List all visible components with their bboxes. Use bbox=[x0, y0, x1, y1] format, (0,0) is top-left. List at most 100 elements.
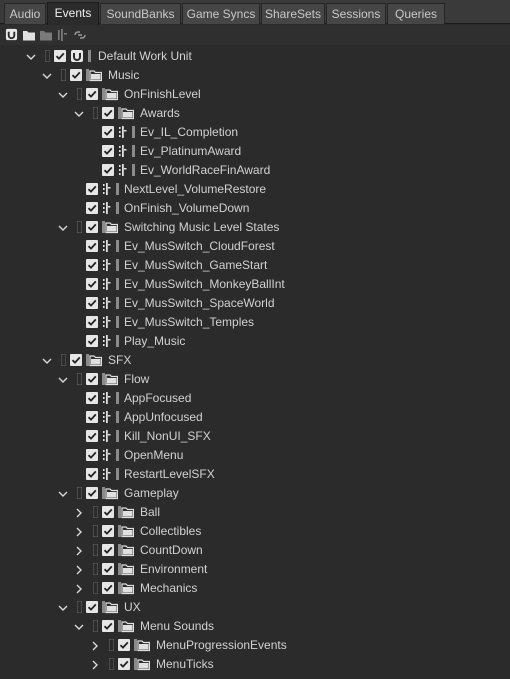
include-checkbox[interactable] bbox=[86, 487, 98, 499]
tree-folder-row[interactable]: Flow bbox=[0, 370, 510, 389]
include-checkbox[interactable] bbox=[102, 145, 114, 157]
drag-grip-icon bbox=[92, 562, 99, 576]
chevron-down-icon[interactable] bbox=[74, 108, 84, 118]
include-checkbox[interactable] bbox=[102, 164, 114, 176]
chevron-down-icon[interactable] bbox=[58, 89, 68, 99]
include-checkbox[interactable] bbox=[102, 563, 114, 575]
include-checkbox[interactable] bbox=[86, 183, 98, 195]
tree-folder-row[interactable]: CountDown bbox=[0, 541, 510, 560]
chevron-down-icon[interactable] bbox=[74, 621, 84, 631]
include-checkbox[interactable] bbox=[54, 50, 66, 62]
tree-folder-row[interactable]: MenuProgressionEvents bbox=[0, 636, 510, 655]
tree-event-row[interactable]: Kill_NonUI_SFX bbox=[0, 427, 510, 446]
tree-folder-row[interactable]: UX bbox=[0, 598, 510, 617]
include-checkbox[interactable] bbox=[86, 430, 98, 442]
include-checkbox[interactable] bbox=[118, 639, 130, 651]
include-checkbox[interactable] bbox=[86, 240, 98, 252]
include-checkbox[interactable] bbox=[70, 69, 82, 81]
include-checkbox[interactable] bbox=[118, 658, 130, 670]
chevron-down-icon[interactable] bbox=[42, 355, 52, 365]
include-checkbox[interactable] bbox=[86, 373, 98, 385]
tree-folder-row[interactable]: Collectibles bbox=[0, 522, 510, 541]
tab-events[interactable]: Events bbox=[47, 2, 99, 25]
tree-folder-row[interactable]: Music bbox=[0, 66, 510, 85]
tree-event-row[interactable]: OnFinish_VolumeDown bbox=[0, 199, 510, 218]
chevron-down-icon[interactable] bbox=[26, 51, 36, 61]
tree-folder-row[interactable]: Switching Music Level States bbox=[0, 218, 510, 237]
tree-event-row[interactable]: RestartLevelSFX bbox=[0, 465, 510, 484]
tree-event-row[interactable]: Ev_MusSwitch_SpaceWorld bbox=[0, 294, 510, 313]
tree-event-row[interactable]: Ev_IL_Completion bbox=[0, 123, 510, 142]
link-icon[interactable] bbox=[72, 27, 87, 42]
tab-bar: Audio Events SoundBanks Game Syncs ShareSets… bbox=[0, 0, 510, 25]
chevron-right-icon[interactable] bbox=[74, 507, 84, 518]
tree-event-row[interactable]: AppUnfocused bbox=[0, 408, 510, 427]
chevron-right-icon[interactable] bbox=[74, 583, 84, 594]
chevron-down-icon[interactable] bbox=[58, 488, 68, 498]
include-checkbox[interactable] bbox=[102, 126, 114, 138]
tree-event-row[interactable]: NextLevel_VolumeRestore bbox=[0, 180, 510, 199]
include-checkbox[interactable] bbox=[102, 506, 114, 518]
include-checkbox[interactable] bbox=[102, 107, 114, 119]
include-checkbox[interactable] bbox=[86, 88, 98, 100]
include-checkbox[interactable] bbox=[86, 316, 98, 328]
tree-event-row[interactable]: Ev_MusSwitch_Temples bbox=[0, 313, 510, 332]
chevron-down-icon[interactable] bbox=[58, 602, 68, 612]
events-tree[interactable]: Default Work Unit Music OnFinishLevel Award… bbox=[0, 47, 510, 679]
drag-grip-icon bbox=[76, 372, 83, 386]
chevron-right-icon[interactable] bbox=[90, 640, 100, 651]
include-checkbox[interactable] bbox=[102, 620, 114, 632]
tree-event-row[interactable]: Ev_PlatinumAward bbox=[0, 142, 510, 161]
tab-queries[interactable]: Queries bbox=[387, 3, 445, 24]
chevron-down-icon[interactable] bbox=[58, 222, 68, 232]
include-checkbox[interactable] bbox=[86, 411, 98, 423]
tree-event-row[interactable]: Ev_MusSwitch_CloudForest bbox=[0, 237, 510, 256]
chevron-right-icon[interactable] bbox=[90, 659, 100, 670]
chevron-right-icon[interactable] bbox=[74, 545, 84, 556]
chevron-down-icon[interactable] bbox=[58, 374, 68, 384]
tree-folder-row[interactable]: Mechanics bbox=[0, 579, 510, 598]
include-checkbox[interactable] bbox=[86, 335, 98, 347]
include-checkbox[interactable] bbox=[86, 278, 98, 290]
tree-event-row[interactable]: OpenMenu bbox=[0, 446, 510, 465]
tree-folder-row[interactable]: Ball bbox=[0, 503, 510, 522]
tab-game-syncs[interactable]: Game Syncs bbox=[182, 3, 260, 24]
tree-folder-row[interactable]: MenuTicks bbox=[0, 655, 510, 674]
tree-folder-row[interactable]: SFX bbox=[0, 351, 510, 370]
event-icon[interactable] bbox=[55, 27, 70, 42]
chevron-right-icon[interactable] bbox=[74, 526, 84, 537]
include-checkbox[interactable] bbox=[86, 392, 98, 404]
include-checkbox[interactable] bbox=[86, 468, 98, 480]
tree-event-row[interactable]: Ev_MusSwitch_GameStart bbox=[0, 256, 510, 275]
tree-event-row[interactable]: AppFocused bbox=[0, 389, 510, 408]
tree-folder-row[interactable]: Gameplay bbox=[0, 484, 510, 503]
tab-sessions[interactable]: Sessions bbox=[326, 3, 386, 24]
tab-sharesets[interactable]: ShareSets bbox=[261, 3, 325, 24]
tree-event-row[interactable]: Ev_MusSwitch_MonkeyBallInt bbox=[0, 275, 510, 294]
tree-item-label: Ev_MusSwitch_MonkeyBallInt bbox=[124, 277, 285, 291]
tab-soundbanks[interactable]: SoundBanks bbox=[100, 3, 181, 24]
tree-event-row[interactable]: Play_Music bbox=[0, 332, 510, 351]
include-checkbox[interactable] bbox=[86, 221, 98, 233]
tab-audio[interactable]: Audio bbox=[4, 3, 46, 24]
include-checkbox[interactable] bbox=[86, 449, 98, 461]
tree-folder-row[interactable]: Awards bbox=[0, 104, 510, 123]
work-unit-icon[interactable] bbox=[4, 27, 19, 42]
include-checkbox[interactable] bbox=[86, 601, 98, 613]
folder-icon[interactable] bbox=[21, 27, 36, 42]
include-checkbox[interactable] bbox=[102, 525, 114, 537]
include-checkbox[interactable] bbox=[102, 582, 114, 594]
chevron-down-icon[interactable] bbox=[42, 70, 52, 80]
include-checkbox[interactable] bbox=[86, 259, 98, 271]
tree-event-row[interactable]: Ev_WorldRaceFinAward bbox=[0, 161, 510, 180]
include-checkbox[interactable] bbox=[86, 297, 98, 309]
tree-folder-row[interactable]: Environment bbox=[0, 560, 510, 579]
include-checkbox[interactable] bbox=[102, 544, 114, 556]
tree-folder-row[interactable]: Menu Sounds bbox=[0, 617, 510, 636]
include-checkbox[interactable] bbox=[86, 202, 98, 214]
include-checkbox[interactable] bbox=[70, 354, 82, 366]
chevron-right-icon[interactable] bbox=[74, 564, 84, 575]
tree-folder-row[interactable]: Default Work Unit bbox=[0, 47, 510, 66]
tree-folder-row[interactable]: OnFinishLevel bbox=[0, 85, 510, 104]
virtual-folder-icon[interactable] bbox=[38, 27, 53, 42]
